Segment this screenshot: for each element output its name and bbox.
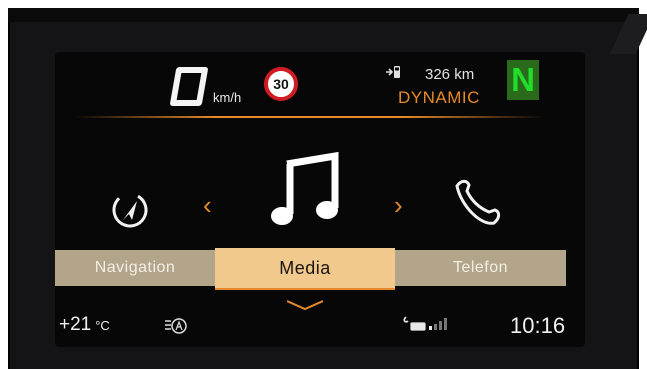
- gear-indicator: N: [507, 60, 539, 100]
- range-readout: 326 km: [425, 66, 475, 83]
- instrument-display: km/h 30 326 km DYNAMIC N ‹ › Navigation …: [55, 52, 585, 347]
- temperature-unit: °C: [95, 318, 110, 333]
- speed-readout: [169, 67, 209, 106]
- phone-signal-icon: [402, 313, 476, 340]
- photo-frame: g km/h 30 326 km DYNAMIC N ‹: [0, 0, 647, 369]
- tab-telefon[interactable]: Telefon: [395, 250, 566, 286]
- active-tab-underline: [215, 288, 395, 290]
- outside-temperature: +21 °C: [59, 314, 110, 336]
- bezel-top: [8, 8, 639, 22]
- app-tab-bar: Navigation Media Telefon: [55, 248, 566, 288]
- clock: 10:16: [510, 313, 566, 338]
- tab-navigation[interactable]: Navigation: [55, 250, 215, 286]
- navigation-icon[interactable]: [110, 190, 150, 235]
- header-divider: [75, 116, 545, 118]
- tab-media[interactable]: Media: [215, 248, 395, 288]
- speed-unit: km/h: [213, 90, 242, 105]
- phone-icon[interactable]: [451, 176, 505, 235]
- temperature-value: +21: [59, 314, 92, 335]
- drive-mode: DYNAMIC: [398, 88, 480, 107]
- music-note-icon[interactable]: [265, 150, 345, 235]
- auto-light-icon: [163, 316, 189, 341]
- previous-arrow[interactable]: ‹: [203, 190, 212, 221]
- speed-limit-sign: 30: [264, 67, 298, 101]
- chevron-down-icon[interactable]: [286, 298, 324, 316]
- fuel-pump-icon: [385, 64, 403, 85]
- next-arrow[interactable]: ›: [394, 190, 403, 221]
